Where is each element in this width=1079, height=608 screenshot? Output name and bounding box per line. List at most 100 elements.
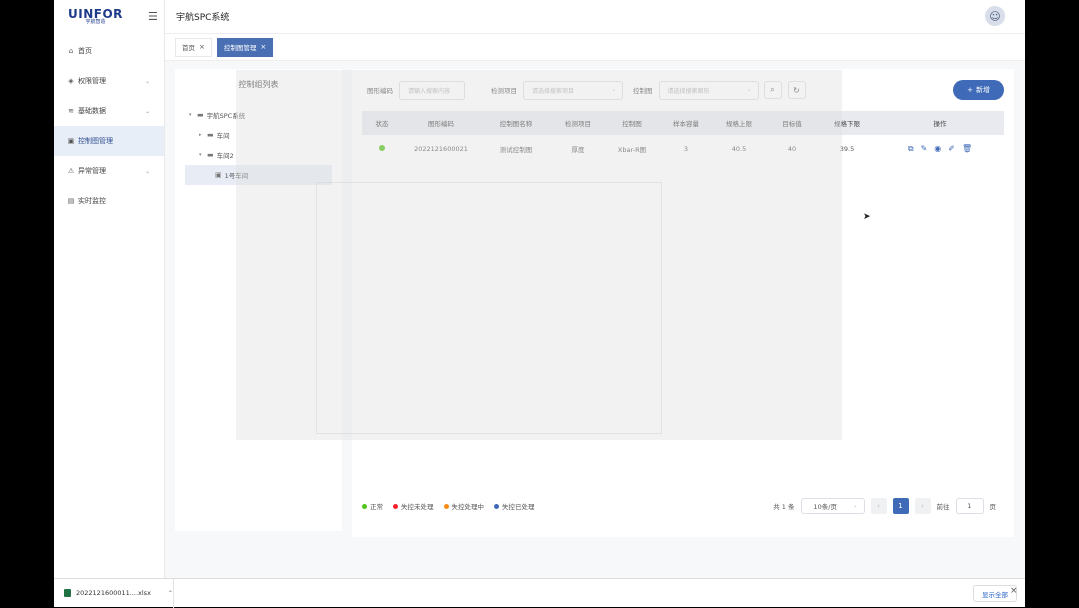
data-table: 状态 图形编码 控制图名称 检测项目 控制图 样本容量 规格上限 目标值 规格下限 操作 2022… [362,111,1004,163]
refresh-icon: ↻ [793,85,800,95]
goto-page-input[interactable]: 1 [955,498,984,514]
item-select[interactable]: 请选择搜索项目 ⌄ [523,80,623,100]
chart-select[interactable]: 请选择搜索图形 ⌄ [658,80,759,100]
user-avatar[interactable]: ☺ [985,6,1005,26]
tree-node-workshop[interactable]: ▸ ▬ 车间 [175,125,342,145]
column-header: 状态 [375,120,389,128]
search-button[interactable]: ⌕ [763,81,782,99]
download-item[interactable]: 2022121600011....xlsx ⌃ [54,578,174,608]
row-actions: ⧉ ✎ ◉ ✐ 🗑 [876,144,1004,154]
sidebar-item-label: 权限管理 [78,77,106,85]
delete-icon[interactable]: 🗑 [962,144,972,154]
tree-node-label: 车间2 [216,152,234,160]
cell-code: 2022121600021 [414,145,468,153]
column-header: 样本容量 [673,120,699,128]
page-size-value: 10条/页 [813,503,837,511]
column-header: 检测项目 [565,120,591,128]
cell-usl: 40.5 [731,145,747,153]
status-cell [362,145,402,153]
sidebar: UINFOR 宇航智造 ⌂ 首页 ◈ 权限管理 ⌄ ≋ 基础数据 ⌄ ▣ 控制图管理 ⚠ 异常管理 ⌄ ▤… [54,0,165,578]
reset-button[interactable]: ↻ [787,81,806,99]
legend-item: 失控处理中 [443,501,485,511]
legend-dot [443,503,449,509]
chevron-up-icon[interactable]: ⌃ [168,590,173,597]
page-size-select[interactable]: 10条/页 ⌄ [800,498,865,514]
system-title: 宇航SPC系统 [176,13,230,23]
column-header: 控制图名称 [499,120,533,128]
close-icon[interactable]: × [199,43,205,51]
caret-down-icon[interactable]: ▾ [189,112,197,118]
pencil-icon[interactable]: ✐ [948,144,955,154]
tab-bar: 首页 × 控制图管理 × [165,34,1025,61]
table-header: 状态 图形编码 控制图名称 检测项目 控制图 样本容量 规格上限 目标值 规格下限 操作 [362,111,1004,135]
sidebar-item-0[interactable]: ⌂ 首页 [54,36,164,66]
page-number[interactable]: 1 [892,498,909,514]
home-icon: ⌂ [68,47,74,55]
sidebar-item-1[interactable]: ◈ 权限管理 ⌄ [54,66,164,96]
tree-node-root[interactable]: ▾ ▬ 宇航SPC系统 [175,105,342,125]
cell-chart: Xbar-R图 [617,146,647,154]
table-row[interactable]: 2022121600021 测试控制图 厚度 Xbar-R图 3 40.5 40 39.5 ⧉… [362,135,1004,163]
sidebar-item-label: 异常管理 [78,167,106,175]
legend-dot [362,503,367,509]
close-icon[interactable]: × [260,43,266,51]
menu-fold-icon[interactable]: ☰ [148,10,158,23]
caret-right-icon[interactable]: ▸ [199,132,207,138]
sidebar-item-5[interactable]: ▤ 实时监控 [54,186,164,216]
legend-label: 失控处理中 [451,503,485,511]
sidebar-item-2[interactable]: ≋ 基础数据 ⌄ [54,96,164,126]
add-button[interactable]: + 新增 [953,80,1004,100]
download-filename: 2022121600011....xlsx [76,589,151,597]
placeholder: 请输入搜索内容 [408,87,451,95]
placeholder: 请选择搜索项目 [532,87,575,95]
legend-item: 正常 [362,501,383,511]
alert-icon: ⚠ [67,167,75,175]
cell-sample: 3 [683,145,689,153]
edit-doc-icon[interactable]: ✎ [921,144,928,154]
mouse-cursor-icon: ➤ [863,212,871,222]
column-header: 控制图 [622,120,642,128]
plus-icon: + [967,86,973,94]
placeholder: 请选择搜索图形 [667,87,710,95]
code-search-input[interactable]: 请输入搜索内容 [399,80,465,100]
next-page-button[interactable]: › [914,498,931,514]
legend-label: 失控已处理 [502,503,535,511]
tree-node-workshop-1[interactable]: ▣ 1号车间 [185,165,332,185]
cell-target: 40 [787,145,797,153]
sidebar-item-3[interactable]: ▣ 控制图管理 [54,126,164,156]
chevron-down-icon: ⌄ [144,77,150,85]
chevron-down-icon: ⌄ [747,87,752,93]
search-icon: ⌕ [770,85,775,94]
total-count: 共 1 条 [773,503,795,511]
top-header: ☰ 宇航SPC系统 ☺ [148,0,1025,34]
tab-home[interactable]: 首页 × [175,37,212,57]
goto-value: 1 [967,502,972,510]
caret-down-icon[interactable]: ▾ [199,152,207,158]
cell-name: 测试控制图 [499,146,533,154]
cell-item: 厚度 [571,146,585,154]
view-icon[interactable]: ◉ [934,144,941,154]
logo-text: UINFOR [68,7,123,21]
tree-node-label: 1号车间 [224,172,249,180]
chart-icon: ▣ [215,171,222,179]
cell-lsl: 39.5 [839,145,855,153]
column-header: 目标值 [782,120,802,128]
app-frame: UINFOR 宇航智造 ⌂ 首页 ◈ 权限管理 ⌄ ≋ 基础数据 ⌄ ▣ 控制图管理 ⚠ 异常管理 ⌄ ▤… [54,0,1025,578]
column-header: 规格上限 [726,120,752,128]
sidebar-item-4[interactable]: ⚠ 异常管理 ⌄ [54,156,164,186]
filter-bar: 图形编码 请输入搜索内容 检测项目 请选择搜索项目 ⌄ 控制图 请选择搜索图形 … [367,80,1004,100]
legend-label: 失控未处理 [401,503,434,511]
close-icon[interactable]: × [1010,586,1018,596]
add-button-label: 新增 [975,86,990,94]
prev-page-button[interactable]: ‹ [870,498,887,514]
tree-title: 控制组列表 [238,79,279,89]
tree-node-label: 宇航SPC系统 [206,112,246,120]
page-suffix: 页 [989,503,997,511]
copy-icon[interactable]: ⧉ [908,144,914,154]
folder-icon: ▬ [197,111,204,119]
tab-control-chart[interactable]: 控制图管理 × [216,37,274,57]
tree-node-workshop-2[interactable]: ▾ ▬ 车间2 [175,145,342,165]
goto-label: 前往 [936,503,950,511]
column-header: 操作 [933,120,947,128]
content-area: 控制组列表 ▾ ▬ 宇航SPC系统 ▸ ▬ 车间 ▾ ▬ 车间2 ▣ 1号车间 … [165,61,1025,578]
